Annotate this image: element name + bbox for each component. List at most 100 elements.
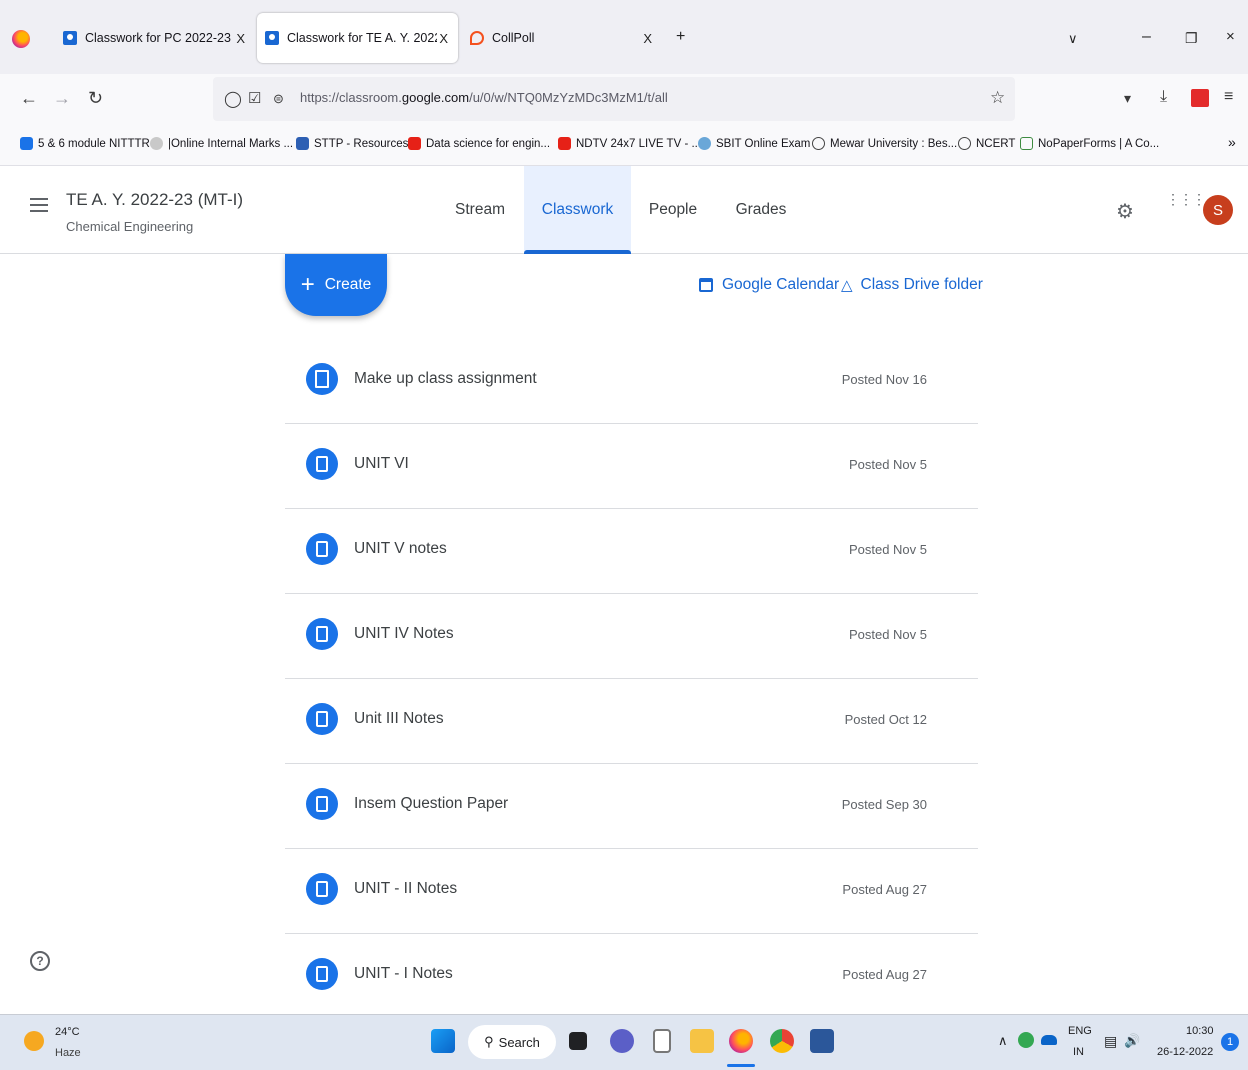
bookmark-item[interactable]: SBIT Online Exam: [698, 137, 810, 150]
bookmark-label: 5 & 6 module NITTTR: [38, 137, 150, 150]
search-label: Search: [498, 1034, 540, 1050]
classwork-item[interactable]: UNIT - II Notes Posted Aug 27: [285, 849, 978, 934]
bookmark-item[interactable]: 5 & 6 module NITTTR: [20, 137, 150, 150]
help-icon[interactable]: ?: [30, 951, 50, 971]
classwork-item[interactable]: Make up class assignment Posted Nov 16: [285, 339, 978, 424]
onedrive-cloud-icon[interactable]: [1041, 1035, 1057, 1045]
downloads-icon[interactable]: ⤓: [1160, 88, 1167, 106]
bookmark-label: Data science for engin...: [426, 137, 551, 150]
material-icon: [306, 958, 338, 990]
browser-tab-classwork-te[interactable]: Classwork for TE A. Y. 2022-23 ( X: [257, 13, 458, 63]
lock-icon[interactable]: ☑: [248, 89, 261, 107]
classwork-item[interactable]: Insem Question Paper Posted Sep 30: [285, 764, 978, 849]
classwork-item-title: UNIT - II Notes: [354, 880, 458, 897]
weather-temperature[interactable]: 24°C: [55, 1026, 80, 1038]
create-button[interactable]: + Create: [285, 254, 387, 316]
language-indicator-top[interactable]: ENG: [1068, 1025, 1092, 1037]
bookmark-label: |Online Internal Marks ...: [168, 137, 294, 150]
calendar-link-label: Google Calendar: [722, 276, 840, 293]
more-bookmarks-chevron-icon[interactable]: »: [1228, 134, 1236, 150]
list-tabs-chevron-icon[interactable]: ∨: [1068, 31, 1078, 47]
tab-people[interactable]: People: [636, 166, 710, 254]
classwork-item[interactable]: Unit III Notes Posted Oct 12: [285, 679, 978, 764]
firefox-taskbar-icon[interactable]: [729, 1029, 753, 1053]
url-text[interactable]: https://classroom.google.com/u/0/w/NTQ0M…: [300, 90, 668, 105]
pocket-icon[interactable]: ▾: [1124, 90, 1131, 107]
permissions-key-icon[interactable]: ⊜: [273, 91, 284, 107]
tab-grades[interactable]: Grades: [720, 166, 802, 254]
file-icon[interactable]: [653, 1029, 671, 1053]
bookmark-label: STTP - Resources: [314, 137, 409, 150]
tab-close-icon[interactable]: X: [439, 31, 448, 46]
task-view-icon[interactable]: [569, 1032, 587, 1050]
calendar-icon: [699, 278, 713, 292]
windows-start-icon[interactable]: [431, 1029, 455, 1053]
word-icon[interactable]: [810, 1029, 834, 1053]
avatar[interactable]: S: [1203, 195, 1233, 225]
classwork-item-date: Posted Sep 30: [841, 797, 927, 812]
main-menu-icon[interactable]: [30, 198, 48, 212]
chrome-icon[interactable]: [770, 1029, 794, 1053]
bookmark-item[interactable]: NDTV 24x7 LIVE TV - ...: [558, 137, 701, 150]
notification-badge[interactable]: 1: [1221, 1033, 1239, 1051]
tab-classwork[interactable]: Classwork: [524, 166, 631, 254]
taskbar-search-button[interactable]: ⚲ Search: [468, 1025, 556, 1059]
bookmark-item[interactable]: STTP - Resources: [296, 137, 408, 150]
bookmark-item[interactable]: NoPaperForms | A Co...: [1020, 137, 1159, 150]
class-drive-folder-link[interactable]: △ Class Drive folder: [841, 276, 983, 294]
tab-title: CollPoll: [492, 31, 535, 45]
firefox-icon[interactable]: [12, 30, 30, 48]
file-explorer-icon[interactable]: [690, 1029, 714, 1053]
clock-date[interactable]: 26-12-2022: [1157, 1046, 1213, 1058]
material-icon: [306, 618, 338, 650]
tab-close-icon[interactable]: X: [643, 31, 652, 46]
app-menu-icon[interactable]: ≡: [1224, 88, 1233, 106]
bookmark-item[interactable]: Data science for engin...: [408, 137, 550, 150]
clock-time[interactable]: 10:30: [1186, 1025, 1214, 1037]
classwork-item[interactable]: UNIT - I Notes Posted Aug 27: [285, 934, 978, 1014]
class-section: Chemical Engineering: [66, 219, 194, 234]
classwork-item-title: UNIT V notes: [354, 540, 447, 557]
classwork-item[interactable]: UNIT IV Notes Posted Nov 5: [285, 594, 978, 679]
restore-window-icon[interactable]: ❐: [1185, 30, 1198, 47]
google-calendar-link[interactable]: Google Calendar: [699, 276, 839, 294]
teams-chat-icon[interactable]: [610, 1029, 634, 1053]
bookmark-item[interactable]: |Online Internal Marks ...: [150, 137, 293, 150]
classwork-item-date: Posted Aug 27: [842, 882, 927, 897]
bookmark-star-icon[interactable]: ☆: [990, 88, 1005, 108]
forward-arrow-icon[interactable]: →: [53, 88, 71, 109]
tray-app-icon[interactable]: [1018, 1032, 1034, 1048]
bookmark-item[interactable]: NCERT: [958, 137, 1015, 150]
classwork-item-title: Make up class assignment: [354, 370, 537, 387]
close-window-icon[interactable]: ×: [1226, 28, 1235, 45]
weather-sun-icon[interactable]: [24, 1031, 44, 1051]
classwork-item-date: Posted Nov 5: [848, 542, 927, 557]
new-tab-button[interactable]: +: [676, 28, 685, 46]
back-arrow-icon[interactable]: ←: [20, 88, 38, 109]
classwork-item[interactable]: UNIT VI Posted Nov 5: [285, 424, 978, 509]
browser-tab-classwork-pc[interactable]: Classwork for PC 2022-23 X: [55, 13, 255, 63]
tab-stream[interactable]: Stream: [440, 166, 520, 254]
tab-close-icon[interactable]: X: [236, 31, 245, 46]
drive-link-label: Class Drive folder: [860, 276, 983, 293]
material-icon: [306, 533, 338, 565]
browser-tab-collpoll[interactable]: CollPoll X: [462, 13, 662, 63]
tab-title: Classwork for TE A. Y. 2022-23 (: [287, 31, 437, 45]
weather-condition[interactable]: Haze: [55, 1047, 81, 1059]
google-apps-grid-icon[interactable]: ⋮⋮⋮: [1166, 192, 1206, 206]
bookmark-label: NCERT: [976, 137, 1016, 150]
tray-overflow-chevron-icon[interactable]: ∧: [998, 1033, 1008, 1049]
tracking-shield-icon[interactable]: ◯: [224, 89, 242, 109]
class-title[interactable]: TE A. Y. 2022-23 (MT-I): [66, 190, 243, 210]
reload-icon[interactable]: ↻: [88, 88, 103, 109]
settings-gear-icon[interactable]: ⚙: [1116, 199, 1134, 224]
extension-icon[interactable]: [1191, 89, 1209, 107]
create-label: Create: [324, 276, 372, 293]
bookmark-label: NoPaperForms | A Co...: [1038, 137, 1160, 150]
minimize-window-icon[interactable]: –: [1142, 28, 1151, 46]
network-icon[interactable]: ▤: [1104, 1033, 1117, 1050]
volume-icon[interactable]: 🔊: [1124, 1033, 1140, 1049]
classwork-item[interactable]: UNIT V notes Posted Nov 5: [285, 509, 978, 594]
bookmark-item[interactable]: Mewar University : Bes...: [812, 137, 957, 150]
language-indicator-bottom[interactable]: IN: [1073, 1046, 1084, 1058]
